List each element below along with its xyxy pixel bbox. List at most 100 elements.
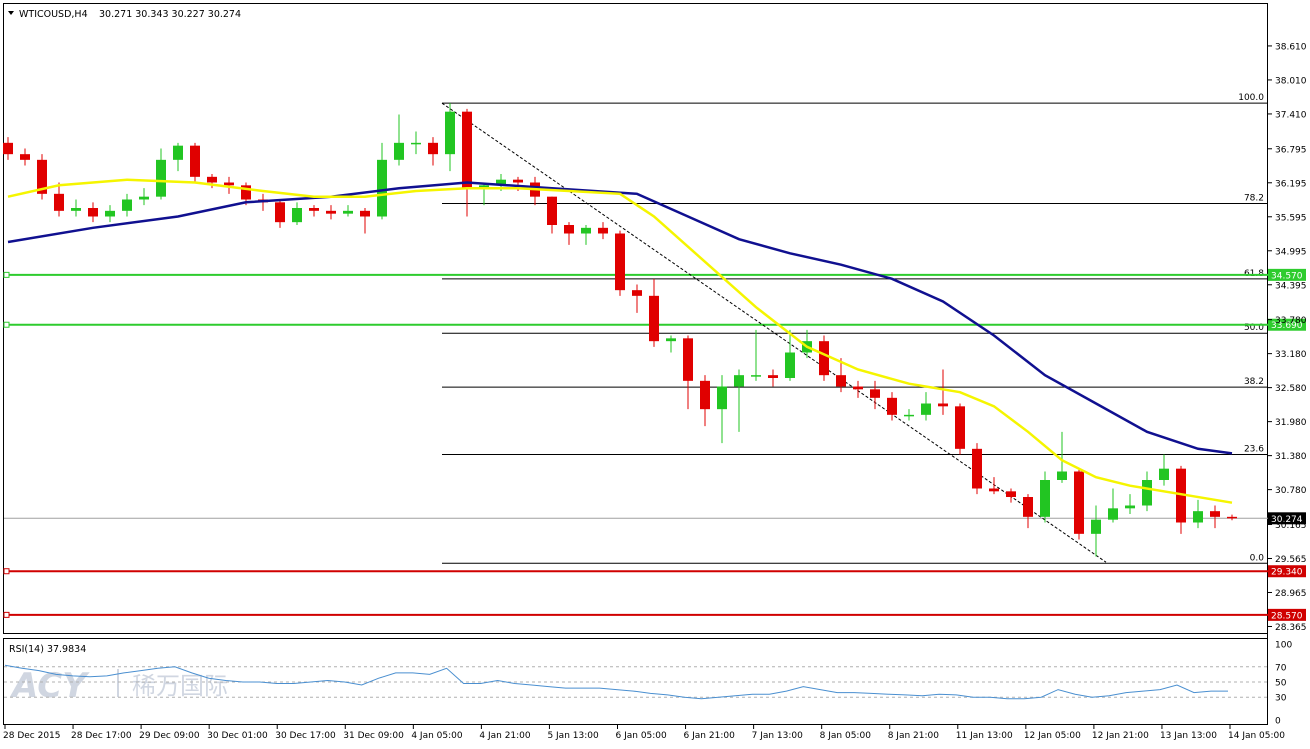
y-tick-label: 33.180 (1275, 350, 1307, 360)
candle-body[interactable] (1091, 519, 1101, 534)
candle-body[interactable] (309, 208, 319, 211)
candle-body[interactable] (904, 414, 914, 417)
candle-body[interactable] (581, 227, 591, 234)
fib-level-label: 61.8 (1244, 269, 1264, 279)
y-tick-label: 38.610 (1275, 42, 1307, 52)
candle-body[interactable] (1108, 508, 1118, 520)
dropdown-arrow-icon[interactable] (8, 11, 14, 15)
candle-body[interactable] (921, 403, 931, 415)
symbol-label: WTICOUSD,H4 (19, 9, 88, 20)
candle-body[interactable] (972, 448, 982, 489)
y-tick-label: 31.980 (1275, 418, 1307, 428)
candle-body[interactable] (428, 142, 438, 155)
y-tick-label: 35.595 (1275, 213, 1307, 223)
candle-body[interactable] (751, 375, 761, 377)
candle-body[interactable] (683, 338, 693, 381)
y-tick-label: 37.410 (1275, 110, 1307, 120)
y-tick-label: 29.565 (1275, 555, 1307, 565)
candle-body[interactable] (1023, 497, 1033, 517)
candle-body[interactable] (768, 375, 778, 378)
candle-body[interactable] (1074, 471, 1084, 534)
candle-body[interactable] (1227, 516, 1237, 519)
main-panel-frame (3, 3, 1268, 634)
candle-body[interactable] (955, 406, 965, 449)
candle-body[interactable] (462, 111, 472, 189)
candle-body[interactable] (1159, 468, 1169, 480)
candle-body[interactable] (343, 210, 353, 214)
rsi-title: RSI(14) 37.9834 (9, 644, 86, 655)
watermark-chinese: 稀万国际 (132, 672, 228, 700)
candle-body[interactable] (870, 389, 880, 398)
candle-body[interactable] (1006, 491, 1016, 497)
y-tick-label: 36.195 (1275, 179, 1307, 189)
price-tag-label: 28.570 (1271, 611, 1303, 621)
candle-body[interactable] (734, 375, 744, 387)
candle-body[interactable] (887, 397, 897, 415)
candle-body[interactable] (3, 142, 13, 155)
candle-body[interactable] (547, 196, 557, 225)
line-anchor-handle[interactable] (3, 611, 10, 618)
line-anchor-handle[interactable] (3, 568, 10, 575)
price-chart[interactable]: ACY 稀万国际 100.078.261.850.038.223.60.034.… (0, 0, 1310, 745)
candle-body[interactable] (360, 210, 370, 217)
y-tick-label: 34.395 (1275, 281, 1307, 291)
candle-body[interactable] (190, 145, 200, 177)
candle-body[interactable] (989, 488, 999, 492)
x-tick-label: 28 Dec 17:00 (71, 731, 132, 741)
candle-body[interactable] (139, 196, 149, 200)
line-anchor-handle[interactable] (3, 271, 10, 278)
x-tick-label: 30 Dec 01:00 (207, 731, 268, 741)
candle-body[interactable] (1125, 505, 1135, 509)
y-tick-label: 33.780 (1275, 316, 1307, 326)
line-anchor-handle[interactable] (3, 321, 10, 328)
candle-body[interactable] (105, 210, 115, 217)
candle-body[interactable] (649, 295, 659, 342)
candle-body[interactable] (598, 227, 608, 234)
candle-body[interactable] (377, 159, 387, 217)
candle-body[interactable] (1210, 511, 1220, 517)
candle-body[interactable] (173, 145, 183, 160)
candle-body[interactable] (207, 176, 217, 183)
x-tick-label: 30 Dec 17:00 (275, 731, 336, 741)
candle-body[interactable] (564, 225, 574, 234)
candle-body[interactable] (1057, 471, 1067, 481)
x-tick-label: 5 Jan 13:00 (547, 731, 599, 741)
candle-body[interactable] (122, 199, 132, 211)
candle-body[interactable] (700, 380, 710, 410)
rsi-tick-label: 30 (1275, 694, 1287, 704)
ma-slow-line[interactable] (7, 181, 1233, 455)
rsi-tick-label: 70 (1275, 663, 1287, 673)
x-tick-label: 28 Dec 2015 (3, 731, 61, 741)
candle-body[interactable] (853, 386, 863, 390)
candle-body[interactable] (615, 233, 625, 291)
candle-body[interactable] (326, 210, 336, 214)
y-tick-label: 28.365 (1275, 623, 1307, 633)
candle-body[interactable] (156, 159, 166, 197)
candle-body[interactable] (819, 341, 829, 376)
candle-body[interactable] (836, 375, 846, 387)
candle-body[interactable] (292, 208, 302, 223)
fib-level-label: 78.2 (1244, 193, 1264, 203)
x-tick-label: 4 Jan 21:00 (479, 731, 531, 741)
candle-body[interactable] (20, 154, 30, 160)
rsi-tick-label: 0 (1275, 717, 1281, 727)
candle-body[interactable] (445, 111, 455, 155)
candle-body[interactable] (1193, 511, 1203, 523)
candle-body[interactable] (88, 208, 98, 217)
candle-body[interactable] (54, 193, 64, 211)
candle-body[interactable] (717, 386, 727, 410)
rsi-tick-label: 100 (1275, 641, 1292, 651)
candle-body[interactable] (275, 202, 285, 223)
candle-body[interactable] (785, 352, 795, 379)
candle-body[interactable] (513, 179, 523, 183)
candle-body[interactable] (938, 403, 948, 407)
candle-body[interactable] (632, 290, 642, 296)
candle-body[interactable] (666, 338, 676, 342)
candle-body[interactable] (394, 142, 404, 160)
candle-body[interactable] (411, 142, 421, 145)
y-tick-label: 38.010 (1275, 76, 1307, 86)
candle-body[interactable] (1040, 480, 1050, 517)
candle-body[interactable] (1142, 480, 1152, 506)
candle-body[interactable] (71, 208, 81, 211)
candle-body[interactable] (224, 182, 234, 186)
